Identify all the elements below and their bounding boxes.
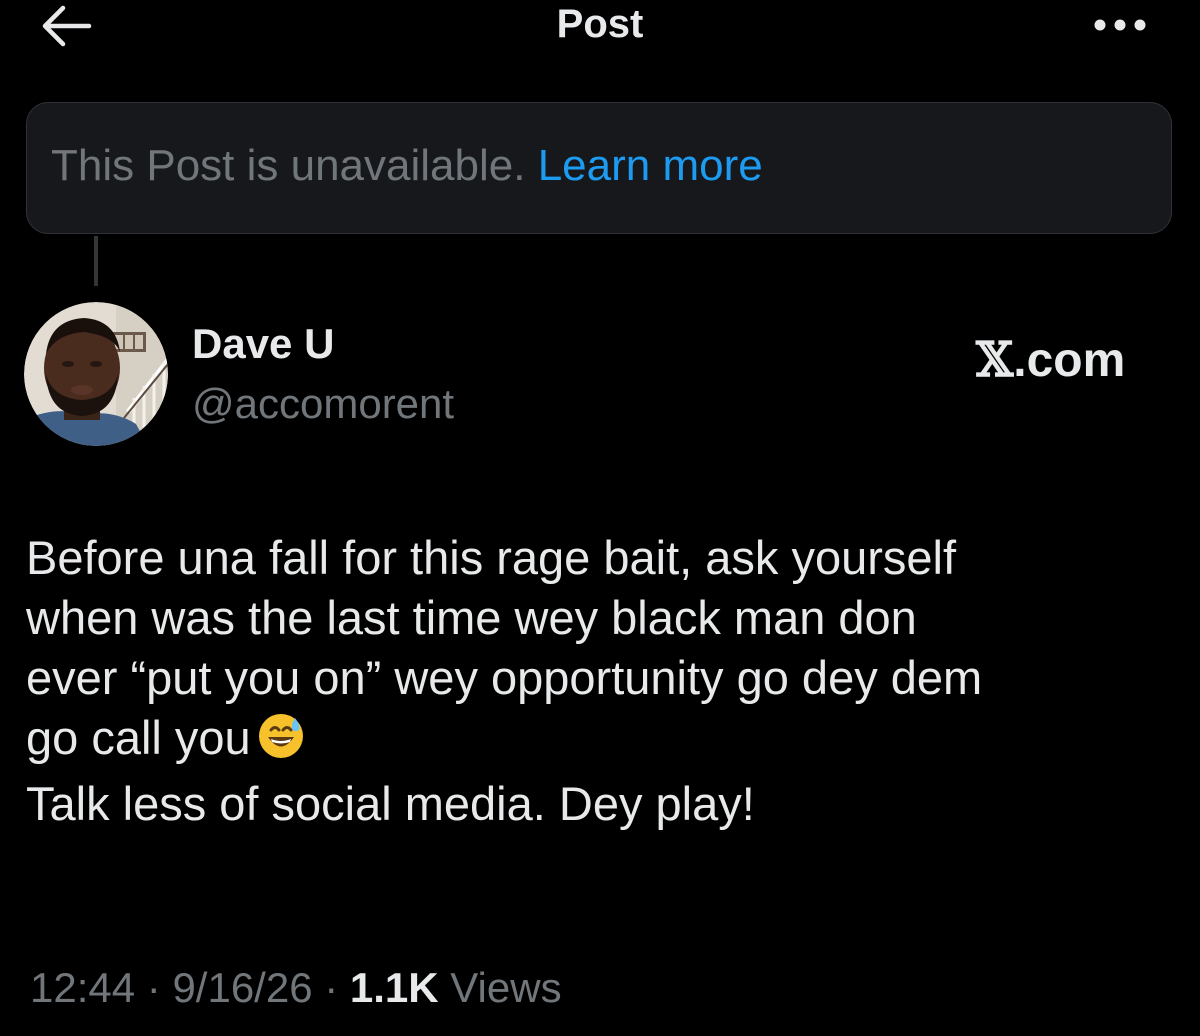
post-text-line-with-emoji: go call you: [26, 708, 1176, 774]
more-horizontal-icon: [1094, 19, 1146, 31]
more-options-button[interactable]: [1078, 2, 1162, 48]
post-time[interactable]: 12:44: [30, 964, 135, 1011]
avatar[interactable]: [24, 302, 168, 446]
notice-message: This Post is unavailable.: [51, 141, 526, 190]
post-text-line: Talk less of social media. Dey play!: [26, 777, 755, 830]
page-title: Post: [556, 2, 644, 46]
post-text-segment: go call you: [26, 711, 251, 764]
post-date[interactable]: 9/16/26: [172, 964, 312, 1011]
author-display-name[interactable]: Dave U: [192, 320, 334, 368]
views-label: Views: [438, 964, 562, 1011]
author-handle[interactable]: @accomorent: [192, 380, 454, 428]
post-text: Before una fall for this rage bait, ask …: [26, 528, 1176, 834]
post-text-line: when was the last time wey black man don: [26, 591, 917, 644]
learn-more-link[interactable]: Learn more: [538, 141, 763, 190]
thread-connector-line: [94, 236, 98, 286]
meta-separator: ·: [135, 964, 173, 1011]
post-text-line: Before una fall for this rage bait, ask …: [26, 531, 957, 584]
post-meta: 12:44 · 9/16/26 · 1.1K Views: [30, 964, 562, 1012]
grinning-face-with-sweat-emoji: [257, 712, 305, 774]
badge-domain: .com: [1013, 334, 1126, 387]
x-logo-icon: 𝕏: [976, 332, 1014, 388]
unavailable-post-notice: This Post is unavailable. Learn more: [26, 102, 1172, 234]
views-count[interactable]: 1.1K: [350, 964, 439, 1011]
x-com-badge: 𝕏.com: [976, 332, 1156, 392]
post-text-line: ever “put you on” wey opportunity go dey…: [26, 651, 983, 704]
notice-text-line: This Post is unavailable. Learn more: [51, 139, 763, 193]
meta-separator: ·: [312, 964, 350, 1011]
profile-photo-avatar: [24, 302, 168, 446]
